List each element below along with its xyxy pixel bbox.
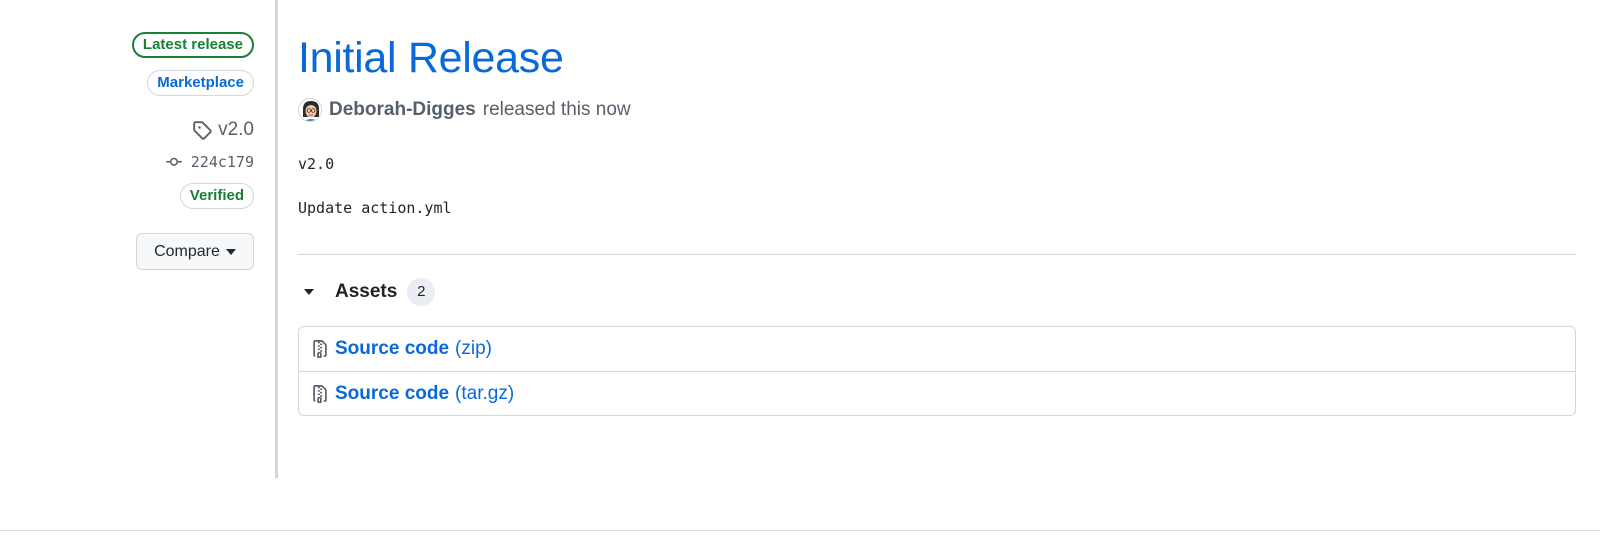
section-divider bbox=[298, 254, 1576, 255]
release-sidebar: Latest release Marketplace v2.0 224c179 … bbox=[0, 0, 254, 535]
release-body-line: Update action.yml bbox=[298, 199, 452, 217]
file-zip-icon bbox=[311, 339, 329, 359]
asset-link[interactable]: Source code bbox=[335, 338, 449, 360]
assets-list: Source code (zip) Source code (tar.gz) bbox=[298, 326, 1576, 416]
release-title[interactable]: Initial Release bbox=[298, 34, 564, 83]
footer-divider bbox=[0, 530, 1600, 531]
list-item[interactable]: Source code (tar.gz) bbox=[299, 371, 1575, 415]
compare-label: Compare bbox=[154, 242, 220, 260]
assets-count-badge: 2 bbox=[407, 278, 436, 306]
chevron-down-icon bbox=[225, 248, 236, 255]
tag-icon bbox=[192, 120, 212, 140]
assets-toggle[interactable]: Assets 2 bbox=[298, 278, 436, 306]
verified-badge[interactable]: Verified bbox=[179, 183, 254, 209]
tag-label: v2.0 bbox=[218, 119, 254, 140]
avatar[interactable] bbox=[298, 98, 322, 122]
asset-extension: (zip) bbox=[455, 338, 492, 359]
release-body-line: v2.0 bbox=[298, 155, 335, 173]
asset-extension: (tar.gz) bbox=[455, 382, 515, 404]
released-text: released this now bbox=[482, 99, 631, 120]
list-item[interactable]: Source code (zip) bbox=[299, 327, 1575, 371]
assets-heading: Assets bbox=[335, 281, 398, 302]
git-commit-icon bbox=[163, 154, 185, 170]
caret-down-icon bbox=[304, 289, 314, 295]
latest-release-badge: Latest release bbox=[131, 32, 254, 58]
file-zip-icon bbox=[311, 384, 329, 404]
sidebar-divider bbox=[275, 0, 278, 478]
asset-link[interactable]: Source code bbox=[335, 383, 449, 405]
tag-link[interactable]: v2.0 bbox=[192, 119, 254, 141]
compare-button[interactable]: Compare bbox=[136, 233, 254, 270]
release-byline: Deborah-Digges released this now bbox=[298, 98, 631, 122]
commit-link[interactable]: 224c179 bbox=[163, 153, 254, 171]
commit-sha: 224c179 bbox=[190, 153, 254, 171]
author-link[interactable]: Deborah-Digges bbox=[329, 99, 476, 121]
marketplace-badge[interactable]: Marketplace bbox=[147, 70, 254, 96]
